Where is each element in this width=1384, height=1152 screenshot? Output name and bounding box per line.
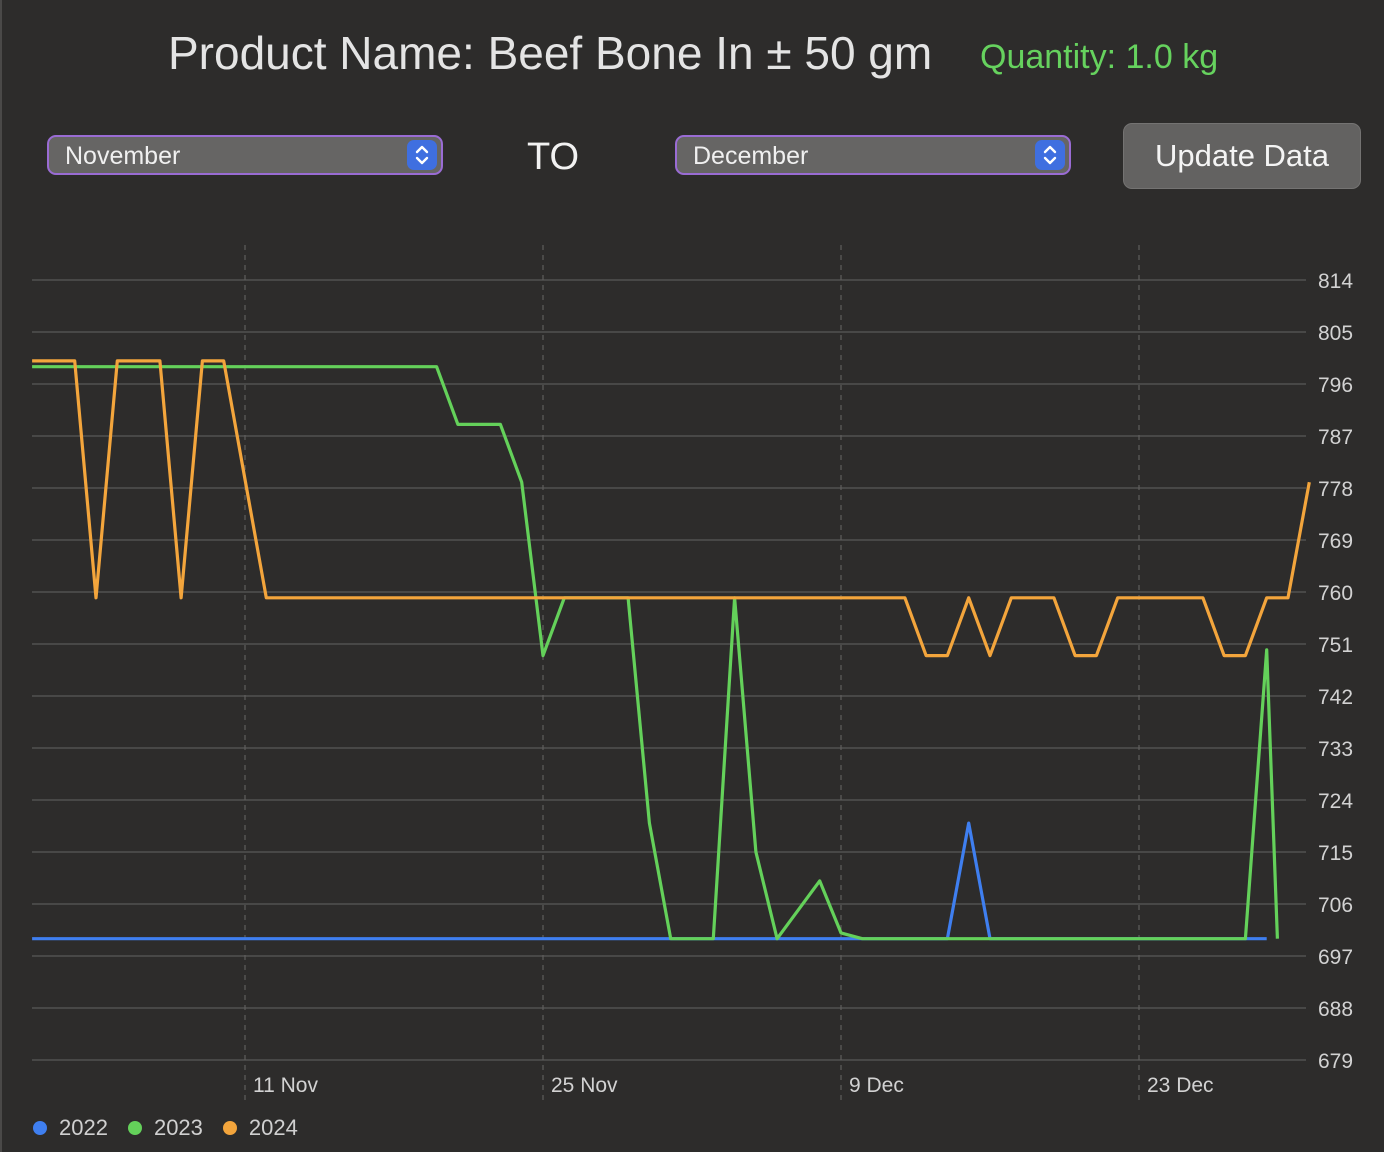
y-tick-label: 733 xyxy=(1318,738,1353,761)
chart-legend: 2022 2023 2024 xyxy=(33,1115,318,1141)
y-tick-label: 778 xyxy=(1318,478,1353,501)
y-tick-label: 805 xyxy=(1318,322,1353,345)
x-tick-label: 25 Nov xyxy=(551,1074,618,1097)
legend-label-2023: 2023 xyxy=(153,1115,203,1140)
y-tick-label: 751 xyxy=(1318,634,1353,657)
legend-item-2023: 2023 xyxy=(127,1115,203,1141)
y-tick-label: 724 xyxy=(1318,790,1353,813)
legend-dot-2024 xyxy=(222,1121,237,1135)
y-tick-label: 760 xyxy=(1318,582,1353,605)
x-tick-label: 9 Dec xyxy=(849,1074,904,1097)
x-tick-label: 23 Dec xyxy=(1147,1074,1214,1097)
y-tick-label: 706 xyxy=(1318,894,1353,917)
legend-label-2024: 2024 xyxy=(248,1115,298,1140)
series-line-2024 xyxy=(32,359,1311,658)
legend-dot-2022 xyxy=(33,1121,47,1135)
legend-label-2022: 2022 xyxy=(59,1115,108,1140)
y-tick-label: 742 xyxy=(1318,686,1353,709)
legend-dot-2023 xyxy=(127,1121,142,1135)
y-tick-label: 769 xyxy=(1318,530,1353,553)
price-line-chart: 814 805 796 787 778 769 760 751 742 733 724 715 706 6… xyxy=(32,245,1353,1100)
y-tick-label: 814 xyxy=(1318,270,1353,293)
x-tick-label: 11 Nov xyxy=(253,1074,318,1097)
y-tick-label: 796 xyxy=(1318,374,1353,397)
y-tick-label: 787 xyxy=(1318,426,1353,449)
y-tick-label: 688 xyxy=(1318,998,1353,1021)
series-line-2023 xyxy=(32,365,1279,941)
legend-item-2022: 2022 xyxy=(33,1115,108,1141)
y-tick-label: 715 xyxy=(1318,842,1353,865)
y-tick-label: 679 xyxy=(1318,1050,1353,1073)
y-tick-label: 697 xyxy=(1318,946,1353,969)
legend-item-2024: 2024 xyxy=(222,1115,298,1141)
series-line-2022 xyxy=(32,821,1267,941)
